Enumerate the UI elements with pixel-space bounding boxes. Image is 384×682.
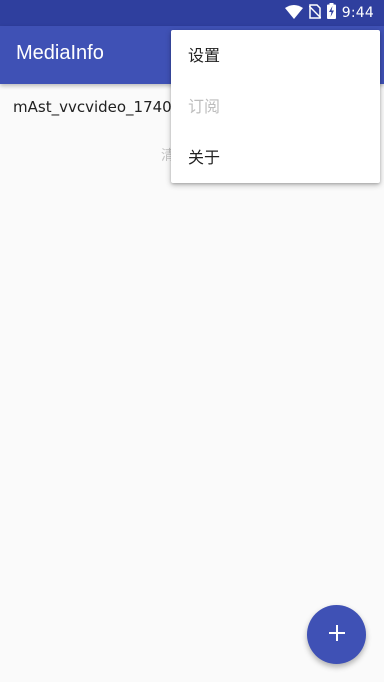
no-sim-icon (308, 3, 322, 23)
app-title: MediaInfo (16, 42, 104, 64)
add-fab-button[interactable] (307, 605, 366, 664)
menu-item-subscribe: 订阅 (188, 97, 221, 116)
wifi-icon (284, 4, 303, 23)
overflow-menu: 设置 订阅 关于 (171, 30, 380, 183)
menu-item-settings[interactable]: 设置 (171, 30, 380, 81)
file-list-item[interactable]: mAst_vvcvideo_1740 (13, 98, 172, 116)
menu-item-about[interactable]: 关于 (171, 132, 380, 183)
plus-icon (328, 624, 346, 646)
battery-charging-icon (326, 3, 336, 23)
status-icons: 9:44 (284, 0, 374, 26)
status-bar: 9:44 (0, 0, 384, 26)
status-time: 9:44 (341, 5, 374, 21)
